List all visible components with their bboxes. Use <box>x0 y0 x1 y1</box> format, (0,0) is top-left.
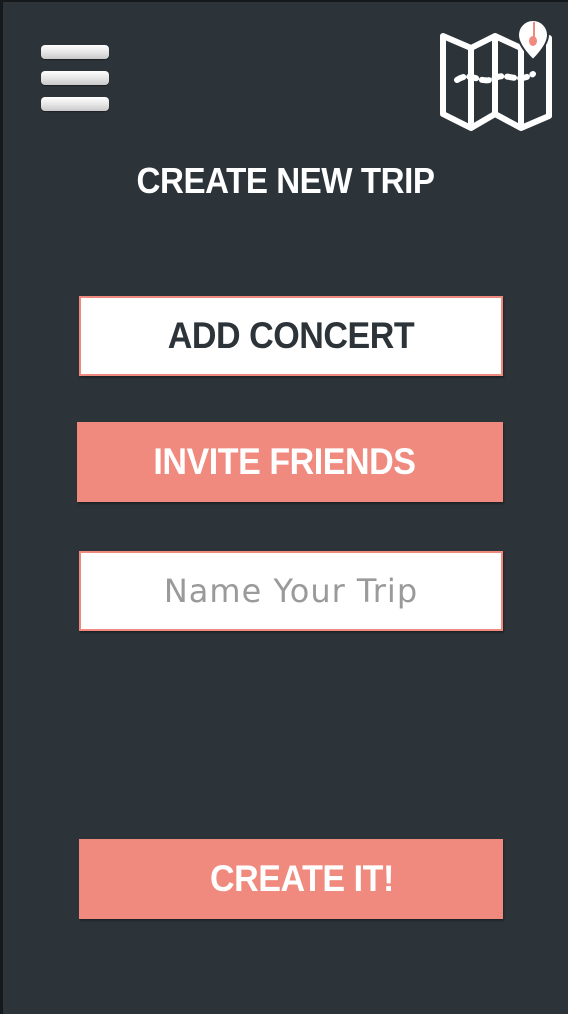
create-it-label: CREATE IT! <box>210 858 394 899</box>
menu-bar-middle <box>41 71 109 85</box>
menu-bar-top <box>41 45 109 59</box>
add-concert-label: ADD CONCERT <box>167 315 415 356</box>
hamburger-menu-button[interactable] <box>39 42 111 116</box>
map-logo-icon <box>440 18 552 131</box>
create-trip-screen: CREATE NEW TRIP ADD CONCERT INVITE FRIEN… <box>0 0 568 1014</box>
page-title: CREATE NEW TRIP <box>136 160 435 201</box>
invite-friends-button[interactable]: INVITE FRIENDS <box>77 422 503 502</box>
invite-friends-label: INVITE FRIENDS <box>152 441 416 482</box>
create-it-button[interactable]: CREATE IT! <box>79 839 503 919</box>
add-concert-button[interactable]: ADD CONCERT <box>79 296 503 376</box>
menu-bar-bottom <box>41 97 109 111</box>
trip-name-input[interactable] <box>79 551 503 631</box>
